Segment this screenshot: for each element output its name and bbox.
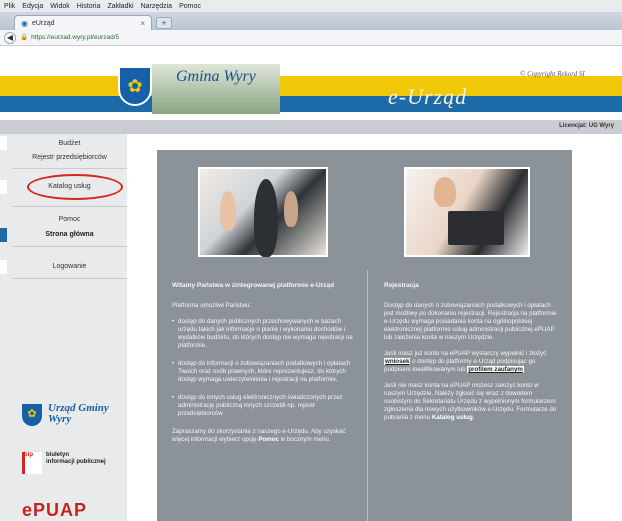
url-text: https://eurzad.wyry.pl/eurzad/5 xyxy=(31,34,120,41)
katalog-uslug-link[interactable]: Katalog usług xyxy=(432,414,473,421)
sidebar-active-marker xyxy=(0,228,7,242)
browser-tab[interactable]: ◉ eUrząd × xyxy=(14,15,152,30)
wniosek-link[interactable]: wniosek xyxy=(384,358,411,365)
welcome-column: Witamy Państwa w zintegrowanej platformi… xyxy=(172,282,356,452)
list-item: dostęp do danych publicznych przechowywa… xyxy=(172,318,356,350)
welcome-heading: Witamy Państwa w zintegrowanej platformi… xyxy=(172,282,335,289)
copyright-text: © Copyright Rekord SI xyxy=(520,70,585,78)
menu-narzedzia[interactable]: Narzędzia xyxy=(141,3,173,10)
p3-text-end: . xyxy=(472,414,475,421)
sidebar-item-pomoc[interactable]: Pomoc xyxy=(12,216,127,223)
p2-text: Jeśli masz już konto na ePUAP wystarczy … xyxy=(384,350,547,357)
sidebar-divider xyxy=(12,278,127,279)
sidebar-item-strona-glowna[interactable]: Strona główna xyxy=(12,231,127,238)
urzad-crest-icon: ✿ xyxy=(22,404,42,426)
crest-icon: ✿ xyxy=(118,66,152,106)
column-divider xyxy=(367,270,368,521)
urzad-logo-line2: Wyry xyxy=(48,413,72,425)
gmina-title: Gmina Wyry xyxy=(176,68,256,85)
bip-label: bip xyxy=(24,452,33,458)
bip-line1: biuletyn xyxy=(46,452,70,458)
registration-column: Rejestracja Dostęp do danych o zobowiąza… xyxy=(384,282,560,430)
browser-menubar: Plik Edycja Widok Historia Zakładki Narz… xyxy=(0,0,622,12)
bip-line2: informacji publicznej xyxy=(46,459,106,465)
licence-bar xyxy=(0,120,622,134)
favicon-icon: ◉ xyxy=(21,18,28,28)
tab-title: eUrząd xyxy=(31,19,55,27)
sidebar-marker xyxy=(0,180,7,194)
registration-heading: Rejestracja xyxy=(384,282,419,289)
list-item: dostęp do innych usług elektronicznych ś… xyxy=(172,394,356,418)
feature-list: dostęp do danych publicznych przechowywa… xyxy=(172,318,356,418)
closing-text-end: w bocznym menu. xyxy=(278,436,331,443)
sidebar-divider xyxy=(12,168,127,169)
lock-icon: 🔒 xyxy=(20,34,29,41)
menu-edycja[interactable]: Edycja xyxy=(22,3,43,10)
new-tab-button[interactable]: + xyxy=(156,17,172,29)
registration-p3: Jeśli nie masz konta na ePUAP możesz zał… xyxy=(384,382,560,422)
menu-pomoc[interactable]: Pomoc xyxy=(179,3,201,10)
sidebar-item-rejestr[interactable]: Rejestr przedsiębiorców xyxy=(12,154,127,161)
registration-p2: Jeśli masz już konto na ePUAP wystarczy … xyxy=(384,350,560,374)
list-item: dostęp do informacji o zobowiązaniach po… xyxy=(172,360,356,384)
pomoc-link[interactable]: Pomoc xyxy=(258,436,279,443)
sidebar-item-logowanie[interactable]: Logowanie xyxy=(12,263,127,270)
sidebar-marker xyxy=(0,260,7,274)
woman-laptop-photo xyxy=(404,167,530,257)
highlight-circle xyxy=(27,174,123,200)
epuap-logo[interactable]: ePUAP xyxy=(22,500,87,521)
header-blue-band xyxy=(0,96,622,112)
profil-zaufany-link[interactable]: profilem zaufanym xyxy=(467,366,524,373)
welcome-intro: Platforma umożliwi Państwu: xyxy=(172,302,252,309)
sidebar-item-budzet[interactable]: Budżet xyxy=(12,140,127,147)
business-team-photo xyxy=(198,167,328,257)
eurzad-title: e-Urząd xyxy=(388,84,468,109)
welcome-closing: Zapraszamy do skorzystania z naszego e-U… xyxy=(172,428,356,444)
urzad-gminy-logo[interactable]: Urząd Gminy Wyry xyxy=(48,403,109,425)
sidebar-divider xyxy=(12,246,127,247)
sidebar-divider xyxy=(12,206,127,207)
menu-zakladki[interactable]: Zakładki xyxy=(107,3,133,10)
registration-p1: Dostęp do danych o zobowiązaniach podatk… xyxy=(384,302,557,341)
menu-historia[interactable]: Historia xyxy=(77,3,101,10)
menu-widok[interactable]: Widok xyxy=(50,3,69,10)
bip-link[interactable]: biuletyn informacji publicznej xyxy=(46,452,106,466)
licence-text: Licencjat: UG Wyry xyxy=(559,123,614,129)
close-tab-icon[interactable]: × xyxy=(140,19,145,28)
menu-plik[interactable]: Plik xyxy=(4,3,15,10)
address-bar[interactable]: 🔒 https://eurzad.wyry.pl/eurzad/5 xyxy=(20,32,200,43)
back-arrow-icon[interactable]: ◀ xyxy=(4,31,16,44)
sidebar-marker xyxy=(0,136,7,150)
browser-navbar: ◀ 🔒 https://eurzad.wyry.pl/eurzad/5 xyxy=(0,30,622,46)
browser-tabstrip: ◉ eUrząd × + xyxy=(0,12,622,30)
